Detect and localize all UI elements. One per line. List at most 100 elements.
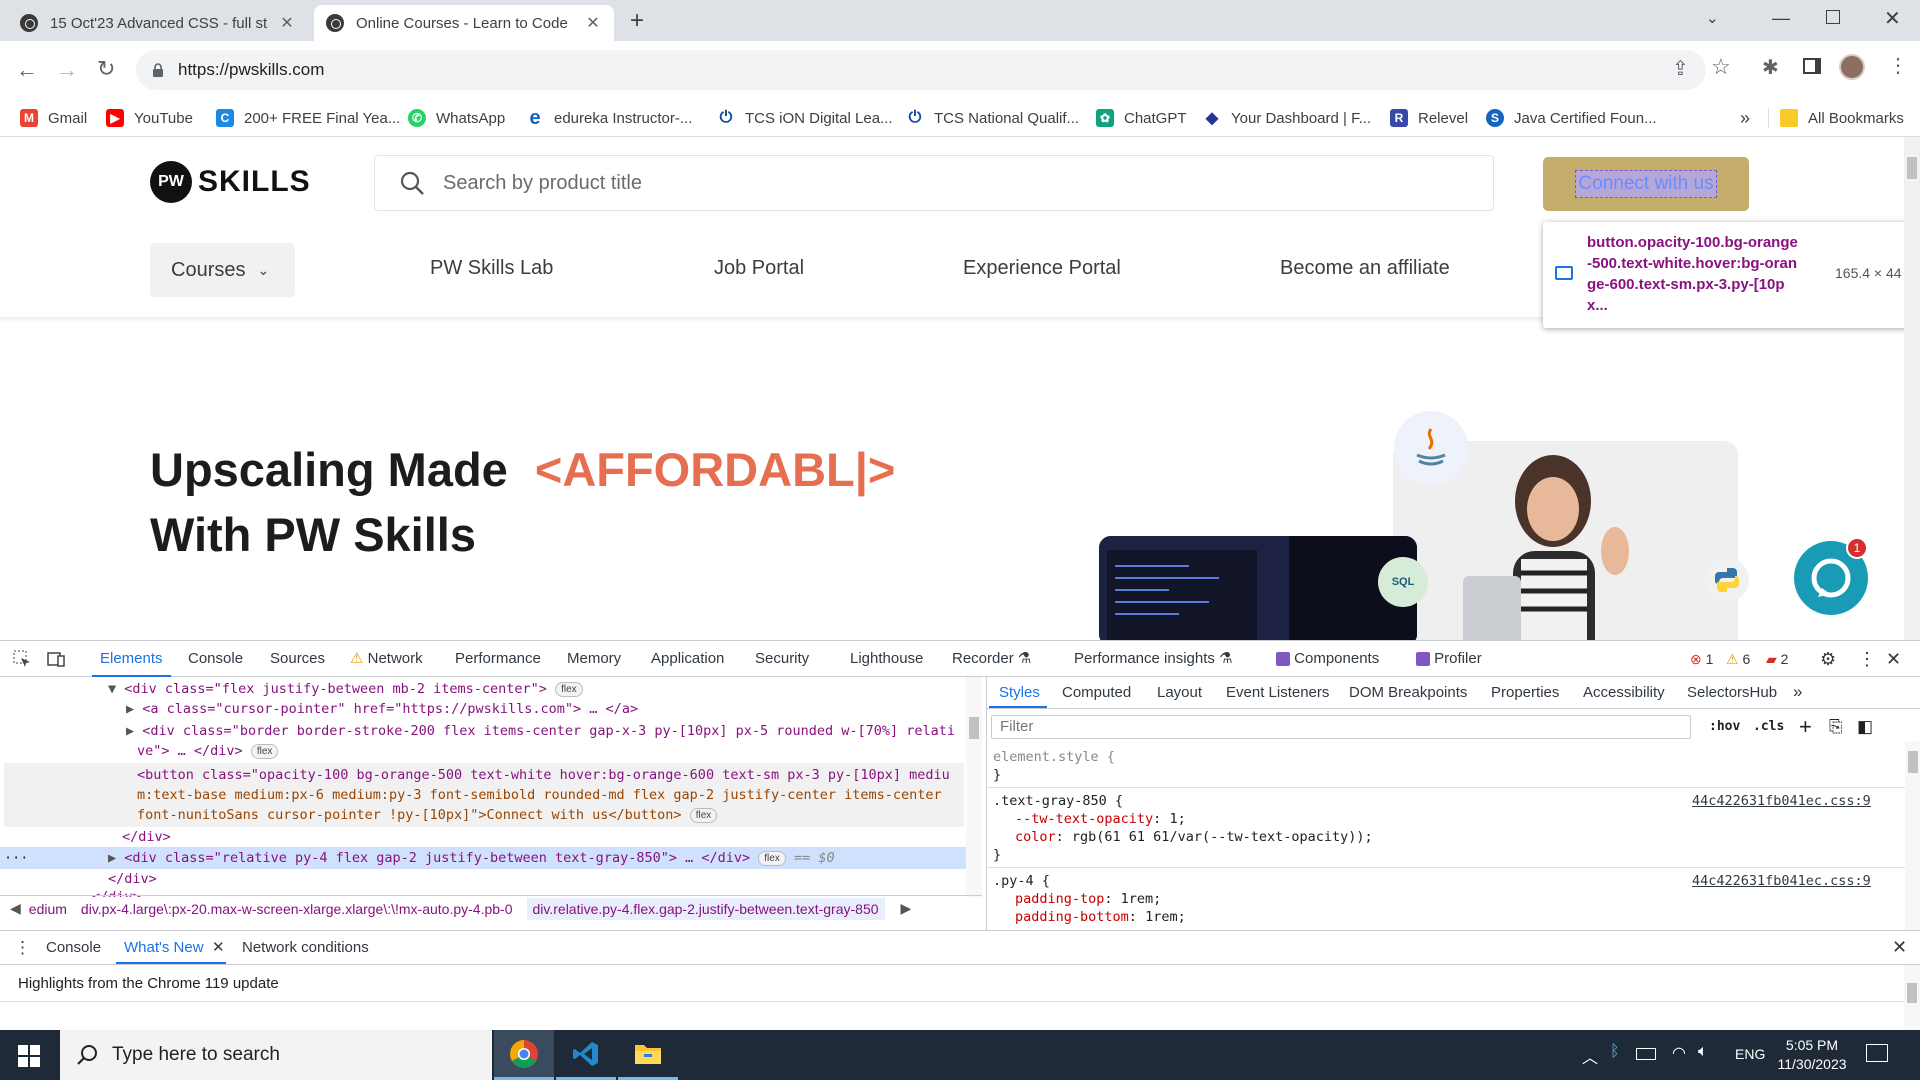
tab-search-chevron-icon[interactable]: ⌄	[1706, 9, 1719, 27]
dom-node-button-cont[interactable]: m:text-base medium:px-6 medium:py-3 font…	[137, 785, 942, 805]
devtools-tab-elements[interactable]: Elements	[92, 641, 171, 677]
dom-node[interactable]: ▼ <div class="flex justify-between mb-2 …	[108, 679, 583, 699]
flex-badge[interactable]: flex	[250, 743, 279, 759]
bookmark-edureka[interactable]: e edureka Instructor-...	[526, 99, 692, 137]
styles-tab-dom-breakpoints[interactable]: DOM Breakpoints	[1349, 684, 1467, 701]
styles-tab-properties[interactable]: Properties	[1491, 684, 1559, 701]
reload-icon[interactable]: ↻	[97, 56, 115, 82]
devtools-tab-memory[interactable]: Memory	[567, 641, 621, 677]
breadcrumb-item[interactable]: div.px-4.large\:px-20.max-w-screen-xlarg…	[81, 901, 513, 917]
bookmark-youtube[interactable]: ▶ YouTube	[106, 99, 193, 137]
bookmark-relevel[interactable]: R Relevel	[1390, 99, 1468, 137]
devtools-tab-performance-insights[interactable]: Performance insights ⚗	[1074, 641, 1233, 677]
taskbar-search-box[interactable]: Type here to search	[60, 1030, 492, 1080]
devtools-tab-lighthouse[interactable]: Lighthouse	[850, 641, 923, 677]
styles-tab-event-listeners[interactable]: Event Listeners	[1226, 684, 1329, 701]
browser-tab[interactable]: 15 Oct'23 Advanced CSS - full st ✕	[8, 5, 308, 41]
rule-source-link[interactable]: 44c422631fb041ec.css:9	[1692, 873, 1871, 889]
styles-filter-input[interactable]: Filter	[991, 715, 1691, 739]
bookmark-gmail[interactable]: M Gmail	[20, 99, 87, 137]
back-icon[interactable]: ←	[16, 57, 38, 83]
styles-tab-selectorshub[interactable]: SelectorsHub	[1687, 684, 1777, 701]
css-declaration[interactable]: padding-top: 1rem;	[1015, 891, 1161, 907]
dom-node-selected[interactable]: ▶ <div class="relative py-4 flex gap-2 j…	[108, 848, 835, 868]
battery-icon[interactable]	[1636, 1048, 1656, 1060]
extensions-icon[interactable]: ✱	[1762, 55, 1779, 80]
more-tabs-chevron-icon[interactable]: »	[1793, 682, 1802, 702]
bluetooth-icon[interactable]: ᛒ	[1610, 1043, 1620, 1061]
share-icon[interactable]: ⇪	[1672, 56, 1689, 81]
dom-node-close[interactable]: </div>	[108, 869, 157, 889]
breadcrumb-right-arrow-icon[interactable]: ▶	[901, 900, 912, 917]
error-counter[interactable]: ⊗ 1	[1690, 641, 1713, 677]
close-drawer-icon[interactable]: ✕	[1892, 937, 1907, 958]
all-bookmarks-button[interactable]: All Bookmarks	[1780, 99, 1904, 137]
nav-experience-portal[interactable]: Experience Portal	[963, 257, 1121, 280]
devtools-tab-console[interactable]: Console	[188, 641, 243, 677]
css-declaration[interactable]: padding-bottom: 1rem;	[1015, 909, 1186, 925]
devtools-tab-security[interactable]: Security	[755, 641, 809, 677]
devtools-tab-sources[interactable]: Sources	[270, 641, 325, 677]
dom-node-button-cont[interactable]: font-nunitoSans cursor-pointer !py-[10px…	[137, 805, 718, 825]
side-panel-icon[interactable]	[1803, 58, 1821, 74]
bookmark-free-final-year[interactable]: C 200+ FREE Final Yea...	[216, 99, 400, 137]
styles-tab-accessibility[interactable]: Accessibility	[1583, 684, 1665, 701]
computed-sidebar-icon[interactable]: ◧	[1857, 717, 1873, 737]
scrollbar-thumb[interactable]	[969, 717, 979, 739]
bookmark-star-icon[interactable]: ☆	[1711, 54, 1731, 80]
styles-tab-styles[interactable]: Styles	[999, 684, 1040, 701]
warning-counter[interactable]: ⚠ 6	[1726, 641, 1750, 677]
devtools-tab-network[interactable]: ⚠ Network	[350, 641, 423, 677]
restore-icon[interactable]	[1826, 10, 1840, 24]
rule-selector[interactable]: .py-4 {	[993, 873, 1050, 889]
devtools-settings-icon[interactable]: ⚙	[1820, 641, 1836, 677]
search-box[interactable]: Search by product title	[374, 155, 1494, 211]
browser-tab-active[interactable]: Online Courses - Learn to Code ✕	[314, 5, 614, 41]
close-window-icon[interactable]: ✕	[1884, 6, 1901, 31]
close-tab-icon[interactable]: ✕	[278, 13, 296, 33]
bookmarks-overflow-button[interactable]: »	[1740, 99, 1750, 137]
new-style-rule-icon[interactable]: +	[1799, 714, 1812, 740]
courses-dropdown[interactable]: Courses ⌄	[150, 243, 295, 297]
nav-job-portal[interactable]: Job Portal	[714, 257, 804, 280]
taskbar-vscode[interactable]	[556, 1030, 616, 1080]
paint-brush-icon[interactable]: ⎘	[1829, 717, 1843, 737]
issues-counter[interactable]: ▰ 2	[1766, 641, 1788, 677]
devtools-menu-icon[interactable]: ⋮	[1858, 641, 1876, 677]
elements-scrollbar[interactable]	[966, 677, 982, 897]
windows-start-icon[interactable]	[18, 1045, 40, 1067]
drawer-tab-console[interactable]: Console	[46, 939, 101, 956]
taskbar-clock[interactable]: 5:05 PM 11/30/2023	[1772, 1036, 1852, 1074]
volume-icon[interactable]: 🔈︎	[1698, 1043, 1708, 1061]
bookmark-java-certified[interactable]: S Java Certified Foun...	[1486, 99, 1657, 137]
search-input[interactable]: Search by product title	[443, 172, 642, 195]
forward-icon[interactable]: →	[56, 57, 78, 83]
bookmark-tcs-ion[interactable]: ⏻ TCS iON Digital Lea...	[717, 99, 893, 137]
styles-scrollbar[interactable]	[1905, 741, 1920, 931]
devtools-tab-profiler[interactable]: Profiler	[1416, 641, 1482, 677]
drawer-tab-network-conditions[interactable]: Network conditions	[242, 939, 369, 956]
show-hidden-icons-chevron[interactable]: ︿	[1582, 1044, 1598, 1068]
wifi-icon[interactable]: ◠	[1672, 1043, 1686, 1063]
devtools-tab-components[interactable]: Components	[1276, 641, 1379, 677]
styles-tab-computed[interactable]: Computed	[1062, 684, 1131, 701]
scrollbar-thumb[interactable]	[1907, 157, 1917, 179]
drawer-scrollbar[interactable]	[1904, 965, 1920, 1031]
nav-become-affiliate[interactable]: Become an affiliate	[1280, 257, 1450, 280]
close-whats-new-icon[interactable]: ✕	[212, 938, 225, 956]
device-toolbar-icon[interactable]	[46, 649, 66, 669]
dom-node[interactable]: ▶ <a class="cursor-pointer" href="https:…	[126, 699, 638, 719]
notifications-icon[interactable]	[1866, 1044, 1888, 1062]
scrollbar-thumb[interactable]	[1908, 751, 1918, 773]
devtools-tab-performance[interactable]: Performance	[455, 641, 541, 677]
drawer-menu-icon[interactable]: ⋮	[14, 938, 31, 958]
styles-tab-layout[interactable]: Layout	[1157, 684, 1202, 701]
css-declaration[interactable]: --tw-text-opacity: 1;	[1015, 811, 1186, 827]
bookmark-chatgpt[interactable]: ✿ ChatGPT	[1096, 99, 1187, 137]
bookmark-dashboard[interactable]: ◆ Your Dashboard | F...	[1203, 99, 1371, 137]
pwskills-logo[interactable]: PW SKILLS	[150, 161, 311, 203]
bookmark-whatsapp[interactable]: ✆ WhatsApp	[408, 99, 505, 137]
devtools-close-icon[interactable]: ✕	[1886, 641, 1901, 677]
cls-toggle[interactable]: .cls	[1753, 719, 1784, 734]
dom-node-continued[interactable]: ve"> … </div> flex	[137, 741, 279, 761]
